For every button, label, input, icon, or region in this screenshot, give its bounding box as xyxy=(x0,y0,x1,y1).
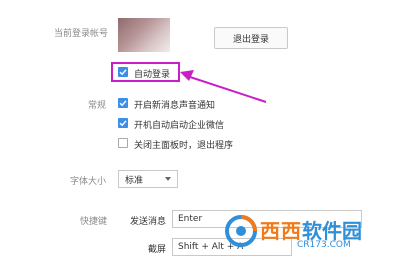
auto-login-label: 自动登录 xyxy=(134,70,171,80)
check-icon xyxy=(119,120,127,127)
sound-notify-label: 开启新消息声音通知 xyxy=(134,101,216,111)
logout-button[interactable]: 退出登录 xyxy=(214,27,288,49)
send-message-label: 发送消息 xyxy=(130,217,167,227)
autostart-checkbox[interactable] xyxy=(118,118,128,128)
account-label: 当前登录帐号 xyxy=(54,29,109,39)
check-icon xyxy=(119,100,127,107)
general-label: 常规 xyxy=(88,101,107,111)
watermark-logo-icon xyxy=(225,215,257,247)
font-size-label: 字体大小 xyxy=(70,177,107,187)
sound-notify-checkbox[interactable] xyxy=(118,98,128,108)
exit-on-close-checkbox[interactable] xyxy=(118,138,128,148)
font-size-select[interactable]: 标准 xyxy=(118,170,178,188)
check-icon xyxy=(119,69,127,76)
autostart-label: 开机自动启动企业微信 xyxy=(134,121,225,131)
screenshot-label: 截屏 xyxy=(148,245,167,255)
avatar xyxy=(118,18,170,52)
watermark-text-a: 西西 xyxy=(260,219,302,243)
shortcut-label: 快捷键 xyxy=(80,217,108,227)
send-shortcut-value: Enter xyxy=(178,214,203,224)
auto-login-checkbox[interactable] xyxy=(118,67,128,77)
watermark-url: CR173.COM xyxy=(297,240,351,250)
chevron-down-icon xyxy=(165,177,171,181)
exit-on-close-label: 关闭主面板时，退出程序 xyxy=(134,141,234,151)
font-size-value: 标准 xyxy=(125,175,144,186)
